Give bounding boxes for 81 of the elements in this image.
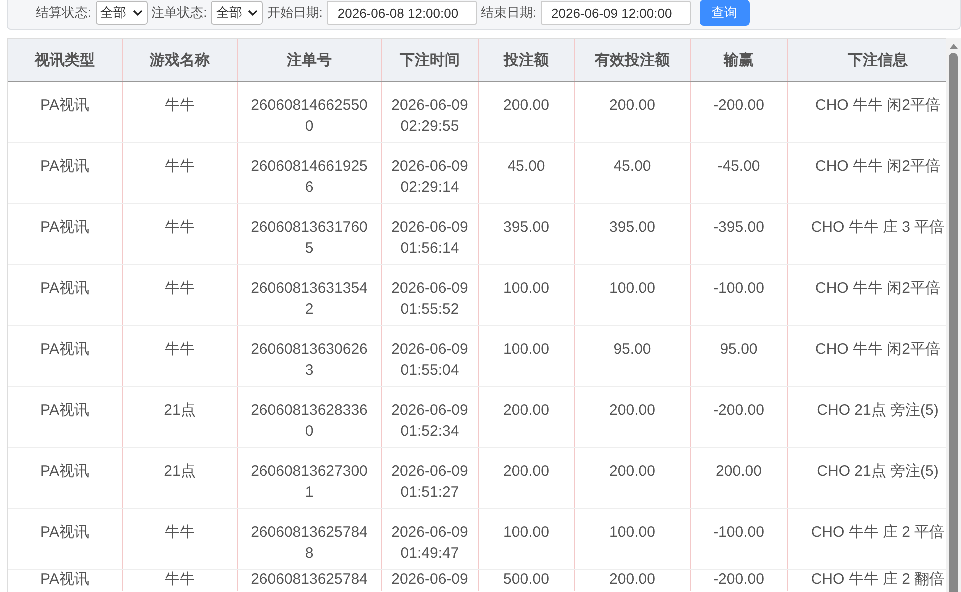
table-cell: PA视讯 <box>8 570 122 591</box>
caret-icon <box>132 10 143 16</box>
table-cell: 2026-06-09 01:55:04 <box>382 326 478 386</box>
table-cell: 200.00 <box>574 386 690 448</box>
table-cell: 100.00 <box>478 326 574 386</box>
column-header: 输赢 <box>690 39 788 82</box>
table-cell: 牛牛 <box>122 326 238 386</box>
table-cell: 26060813625784 <box>238 570 382 591</box>
date-field[interactable]: 2026-06-08 12:00:00 <box>326 1 477 25</box>
table-cell: 260608146625500 <box>238 82 382 142</box>
table-cell: -45.00 <box>690 142 788 204</box>
table-cell: 200.00 <box>574 448 690 508</box>
column-header: 视讯类型 <box>8 39 122 82</box>
table-cell: 200.00 <box>574 570 690 591</box>
table-cell: 200.00 <box>478 82 574 142</box>
table-cell: 260608136257848 <box>238 508 382 570</box>
table-cell: 500.00 <box>478 570 574 591</box>
table-cell: 2026-06-09 02:29:14 <box>382 142 478 204</box>
status-dropdown[interactable]: 全部 <box>211 1 264 25</box>
filter-label: 开始日期: <box>267 4 323 22</box>
table-cell: 牛牛 <box>122 142 238 204</box>
column-header: 下注时间 <box>382 39 478 82</box>
table-cell: 260608146619256 <box>238 142 382 204</box>
table-cell: PA视讯 <box>8 386 122 448</box>
table-cell: 395.00 <box>574 204 690 264</box>
table-cell: 2026-06-09 01:56:14 <box>382 204 478 264</box>
filter-label: 结算状态: <box>36 4 92 22</box>
table-cell: 260608136283360 <box>238 386 382 448</box>
table-cell: -200.00 <box>690 386 788 448</box>
table-cell: -395.00 <box>690 204 788 264</box>
table-cell: PA视讯 <box>8 142 122 204</box>
table-cell: -200.00 <box>690 570 788 591</box>
scrollbar[interactable] <box>946 38 961 592</box>
table-cell: 200.00 <box>574 82 690 142</box>
table-cell: 95.00 <box>690 326 788 386</box>
date-field[interactable]: 2026-06-09 12:00:00 <box>540 1 690 25</box>
table-cell: 200.00 <box>478 448 574 508</box>
table-cell: 95.00 <box>574 326 690 386</box>
table-cell: 牛牛 <box>122 264 238 326</box>
table-cell: 21点 <box>122 386 238 448</box>
table-cell: 牛牛 <box>122 570 238 591</box>
filter-label: 结束日期: <box>480 4 536 22</box>
table-cell: PA视讯 <box>8 204 122 264</box>
table-cell: 100.00 <box>574 508 690 570</box>
table-cell: 2026-06-09 01:55:52 <box>382 264 478 326</box>
table-cell: 100.00 <box>574 264 690 326</box>
table-cell: -100.00 <box>690 264 788 326</box>
table-cell: 2026-06-09 02:29:55 <box>382 82 478 142</box>
table-cell: 260608136273001 <box>238 448 382 508</box>
table-cell: 2026-06-09 01:49:47 <box>382 508 478 570</box>
table-cell: 45.00 <box>574 142 690 204</box>
table-cell: 牛牛 <box>122 204 238 264</box>
table-cell: 21点 <box>122 448 238 508</box>
column-header: 游戏名称 <box>122 39 238 82</box>
table-cell: PA视讯 <box>8 82 122 142</box>
table-cell: 260608136306263 <box>238 326 382 386</box>
status-dropdown[interactable]: 全部 <box>96 1 148 25</box>
table-cell: 260608136313542 <box>238 264 382 326</box>
table-cell: 260608136317605 <box>238 204 382 264</box>
table-cell: PA视讯 <box>8 326 122 386</box>
table-cell: 2026-06-09 01:51:27 <box>382 448 478 508</box>
column-header: 投注额 <box>478 39 574 82</box>
table-cell: 45.00 <box>478 142 574 204</box>
column-header: 有效投注额 <box>574 39 690 82</box>
table-cell: 2026-06-09 <box>382 570 478 591</box>
table-cell: 200.00 <box>478 386 574 448</box>
table-cell: 牛牛 <box>122 508 238 570</box>
column-header: 注单号 <box>238 39 382 82</box>
table-cell: PA视讯 <box>8 508 122 570</box>
caret-icon <box>248 10 258 16</box>
table-cell: 100.00 <box>478 508 574 570</box>
table-cell: -100.00 <box>690 508 788 570</box>
table-cell: 395.00 <box>478 204 574 264</box>
table-cell: 100.00 <box>478 264 574 326</box>
table-cell: 2026-06-09 01:52:34 <box>382 386 478 448</box>
filter-label: 注单状态: <box>152 4 208 22</box>
table-cell: PA视讯 <box>8 264 122 326</box>
table-cell: 200.00 <box>690 448 788 508</box>
table-cell: -200.00 <box>690 82 788 142</box>
table-cell: PA视讯 <box>8 448 122 508</box>
table-cell: 牛牛 <box>122 82 238 142</box>
